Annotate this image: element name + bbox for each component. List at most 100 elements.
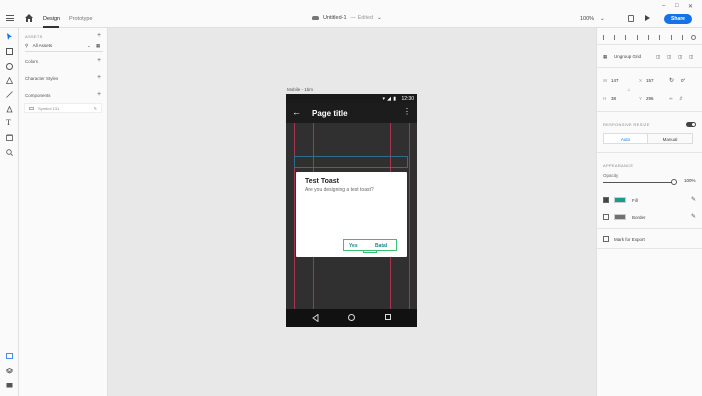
yes-button[interactable]: Yes bbox=[349, 243, 358, 249]
app-bar: ← Page title ⋮ bbox=[286, 103, 417, 123]
tab-design[interactable]: Design bbox=[43, 16, 60, 22]
select-tool-icon[interactable] bbox=[6, 33, 13, 40]
play-icon[interactable] bbox=[645, 15, 650, 21]
responsive-resize-header: RESPONSIVE RESIZE bbox=[603, 122, 650, 127]
rotate-icon[interactable]: ↻ bbox=[669, 77, 674, 84]
selection-outline bbox=[294, 156, 408, 168]
opacity-slider-track[interactable] bbox=[603, 182, 673, 183]
y-input[interactable]: 296 bbox=[646, 96, 654, 101]
property-inspector: ▦ Ungroup Grid ◫ ◫ ◫ ◫ W 147 X 157 ↻ 0° … bbox=[596, 28, 702, 396]
fill-color-swatch[interactable] bbox=[614, 197, 626, 203]
divider bbox=[597, 67, 702, 68]
align-bottom-icon[interactable] bbox=[659, 35, 664, 40]
zoom-tool-icon[interactable] bbox=[6, 149, 13, 156]
status-bar: ▾ ◢ ▮ 12:30 bbox=[286, 94, 417, 103]
opacity-label: Opacity bbox=[603, 173, 619, 178]
boolean-subtract-icon[interactable]: ◫ bbox=[667, 54, 671, 60]
flip-vertical-icon[interactable]: ⇵ bbox=[679, 96, 683, 102]
divider bbox=[597, 44, 702, 45]
resize-auto-button[interactable]: Auto bbox=[603, 133, 648, 144]
align-middle-icon[interactable] bbox=[648, 35, 653, 40]
add-asset-icon[interactable]: + bbox=[97, 32, 101, 39]
boolean-intersect-icon[interactable]: ◫ bbox=[678, 54, 682, 60]
hamburger-menu-icon[interactable] bbox=[6, 15, 14, 21]
add-color-icon[interactable]: + bbox=[97, 57, 101, 64]
lock-aspect-icon[interactable]: ⊥ bbox=[627, 87, 631, 93]
height-input[interactable]: 38 bbox=[611, 96, 616, 101]
nav-recents-icon[interactable] bbox=[385, 314, 391, 320]
batal-button[interactable]: Batal bbox=[375, 243, 387, 249]
artboard-label[interactable]: Mobile - 1bm bbox=[287, 87, 313, 92]
height-label: H bbox=[603, 96, 607, 101]
component-item[interactable]: Symbol 131 ✎ bbox=[24, 103, 102, 113]
dialog-title: Test Toast bbox=[305, 178, 339, 185]
add-component-icon[interactable]: + bbox=[97, 91, 101, 98]
resize-handle[interactable] bbox=[363, 250, 377, 253]
rectangle-tool-icon[interactable] bbox=[6, 48, 13, 55]
maximize-icon[interactable]: □ bbox=[675, 3, 679, 9]
boolean-add-icon[interactable]: ◫ bbox=[656, 54, 660, 60]
x-input[interactable]: 157 bbox=[646, 78, 654, 83]
fill-checkbox[interactable] bbox=[603, 197, 609, 203]
ellipse-tool-icon[interactable] bbox=[6, 63, 13, 70]
edit-component-icon[interactable]: ✎ bbox=[94, 106, 97, 111]
component-thumbnail-icon bbox=[29, 107, 34, 110]
assets-panel-icon[interactable] bbox=[6, 353, 13, 359]
share-button[interactable]: Share bbox=[664, 14, 692, 24]
assets-filter-select[interactable]: ⚲ All Assets ⌄ ▦ bbox=[25, 43, 103, 52]
border-label: Border bbox=[632, 215, 646, 220]
align-center-icon[interactable] bbox=[614, 35, 619, 40]
text-tool-icon[interactable]: T bbox=[6, 119, 13, 127]
opacity-slider-knob[interactable] bbox=[671, 179, 677, 185]
zoom-level[interactable]: 100% bbox=[580, 16, 594, 22]
device-preview-icon[interactable] bbox=[628, 15, 634, 22]
align-top-icon[interactable] bbox=[637, 35, 642, 40]
plugins-panel-icon[interactable] bbox=[6, 382, 13, 388]
align-right-icon[interactable] bbox=[625, 35, 630, 40]
signal-icon: ◢ bbox=[387, 95, 391, 102]
add-character-style-icon[interactable]: + bbox=[97, 74, 101, 81]
mobile-artboard[interactable]: ▾ ◢ ▮ 12:30 ← Page title ⋮ Test Toast Ar… bbox=[286, 94, 417, 327]
assets-panel: ASSETS + ⚲ All Assets ⌄ ▦ Colors + Chara… bbox=[19, 28, 108, 396]
tab-prototype[interactable]: Prototype bbox=[69, 16, 93, 22]
eyedropper-icon[interactable]: ✎ bbox=[691, 197, 696, 203]
flip-horizontal-icon[interactable]: ⇹ bbox=[669, 96, 673, 102]
document-title[interactable]: Untitled-1 — Edited ⌄ bbox=[312, 15, 382, 21]
close-icon[interactable]: ✕ bbox=[688, 3, 693, 10]
rotation-input[interactable]: 0° bbox=[681, 78, 685, 83]
component-name: Symbol 131 bbox=[38, 106, 60, 111]
polygon-tool-icon[interactable] bbox=[6, 77, 13, 84]
line-tool-icon[interactable] bbox=[6, 91, 13, 98]
grid-view-icon[interactable]: ▦ bbox=[96, 43, 100, 49]
eyedropper-icon[interactable]: ✎ bbox=[691, 214, 696, 220]
divider bbox=[597, 228, 702, 229]
ungroup-grid-button[interactable]: Ungroup Grid bbox=[614, 54, 641, 59]
battery-icon: ▮ bbox=[393, 95, 396, 102]
distribute-vertical-icon[interactable] bbox=[682, 35, 687, 40]
document-name: Untitled-1 bbox=[323, 15, 347, 21]
dialog-message: Are you designing a test toast? bbox=[305, 187, 374, 193]
more-options-icon[interactable] bbox=[691, 35, 696, 40]
border-checkbox[interactable] bbox=[603, 214, 609, 220]
border-color-swatch[interactable] bbox=[614, 214, 626, 220]
back-arrow-icon[interactable]: ← bbox=[292, 108, 301, 117]
resize-manual-button[interactable]: Manual bbox=[648, 133, 693, 144]
toast-dialog[interactable]: Test Toast Are you designing a test toas… bbox=[296, 172, 407, 257]
artboard-tool-icon[interactable] bbox=[6, 134, 13, 141]
minimize-icon[interactable]: – bbox=[662, 3, 665, 9]
layers-panel-icon[interactable] bbox=[6, 368, 13, 374]
align-left-icon[interactable] bbox=[603, 35, 608, 40]
more-vert-icon[interactable]: ⋮ bbox=[403, 108, 411, 116]
nav-home-icon[interactable] bbox=[348, 314, 355, 321]
responsive-resize-toggle[interactable] bbox=[686, 122, 696, 127]
width-input[interactable]: 147 bbox=[611, 78, 619, 83]
boolean-exclude-icon[interactable]: ◫ bbox=[689, 54, 693, 60]
home-icon[interactable] bbox=[25, 14, 33, 22]
nav-back-icon[interactable] bbox=[312, 314, 319, 322]
distribute-horizontal-icon[interactable] bbox=[671, 35, 676, 40]
status-time: 12:30 bbox=[401, 96, 414, 102]
mark-for-export-checkbox[interactable] bbox=[603, 236, 609, 242]
opacity-value[interactable]: 100% bbox=[684, 178, 696, 183]
pen-tool-icon[interactable] bbox=[6, 106, 13, 113]
chevron-down-icon[interactable]: ⌄ bbox=[600, 16, 605, 22]
